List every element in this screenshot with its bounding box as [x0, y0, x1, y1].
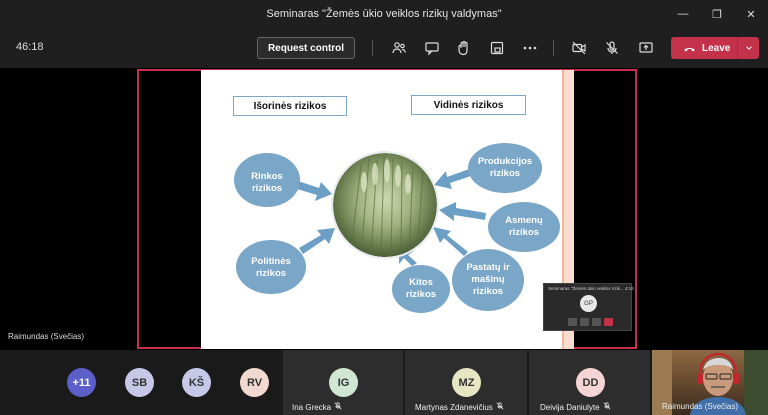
- share-icon[interactable]: [635, 37, 657, 59]
- bubble-label-politines: Politinės rizikos: [251, 256, 291, 279]
- people-icon[interactable]: [388, 37, 410, 59]
- chat-icon[interactable]: [421, 37, 443, 59]
- arrow-asmenu: [439, 202, 486, 221]
- camera-off-icon[interactable]: [568, 37, 590, 59]
- avatar[interactable]: DD: [576, 368, 605, 397]
- raise-hand-icon[interactable]: [453, 37, 475, 59]
- participant-name-text: Martynas Zdanevičius: [415, 402, 493, 412]
- avatar[interactable]: SB: [125, 368, 154, 397]
- avatar[interactable]: KŠ: [182, 368, 211, 397]
- bubble-label-kitos: Kitos rizikos: [405, 277, 437, 300]
- participant-name-text: Deivija Daniulyte: [540, 402, 600, 412]
- overflow-participants-avatar[interactable]: +11: [67, 368, 96, 397]
- mini-window-title: Seminaras "Žemės ūkio veiklos rizik... 4…: [548, 286, 634, 291]
- close-icon[interactable]: ✕: [734, 0, 768, 28]
- request-control-button[interactable]: Request control: [257, 37, 355, 59]
- avatar[interactable]: RV: [240, 368, 269, 397]
- toolbar-divider: [553, 40, 554, 56]
- mic-off-icon[interactable]: [601, 37, 623, 59]
- mini-camera-icon[interactable]: [568, 318, 577, 326]
- presenter-label: Raimundas (Svečias): [8, 332, 85, 341]
- mini-share-icon[interactable]: [592, 318, 601, 326]
- arrow-pastatu: [433, 227, 468, 256]
- window-title: Seminaras "Žemės ūkio veiklos rizikų val…: [266, 8, 502, 20]
- participant-name: Raimundas (Svečias): [662, 402, 738, 411]
- toolbar-divider: [372, 40, 373, 56]
- bubble-label-asmenu: Asmenų rizikos: [505, 215, 543, 238]
- participant-name: Deivija Daniulyte: [540, 402, 611, 412]
- leave-main[interactable]: Leave: [671, 37, 737, 59]
- leave-label: Leave: [702, 42, 731, 54]
- meeting-toolbar: 46:18 Request control Leave: [0, 28, 768, 68]
- avatar[interactable]: MZ: [452, 368, 481, 397]
- phone-hangup-icon: [684, 47, 695, 51]
- presentation-slide: Išorinės rizikos Vidinės rizikos Rinkos …: [201, 70, 574, 349]
- mini-meeting-window[interactable]: Seminaras "Žemės ūkio veiklos rizik... 4…: [543, 283, 634, 331]
- risk-diagram: [234, 143, 560, 313]
- leave-button[interactable]: Leave: [671, 37, 759, 59]
- mic-off-icon: [496, 402, 504, 412]
- maximize-icon[interactable]: ❐: [700, 0, 734, 28]
- mini-avatar: GP: [580, 295, 597, 312]
- window-controls: — ❐ ✕: [666, 0, 768, 28]
- participant-video-tile[interactable]: Raimundas (Svečias): [652, 350, 768, 415]
- participant-name: Martynas Zdanevičius: [415, 402, 504, 412]
- bubble-label-produkcijos: Produkcijos rizikos: [477, 156, 533, 179]
- mic-off-icon: [603, 402, 611, 412]
- mic-off-icon: [334, 402, 342, 412]
- mini-mic-icon[interactable]: [580, 318, 589, 326]
- minimize-icon[interactable]: —: [666, 0, 700, 28]
- arrow-politines: [299, 228, 335, 254]
- mini-hangup-icon[interactable]: [604, 318, 613, 326]
- more-icon[interactable]: [519, 37, 541, 59]
- participant-name-text: Ina Grecka: [292, 402, 332, 412]
- participant-name: Ina Grecka: [292, 402, 342, 412]
- rooms-icon[interactable]: [486, 37, 508, 59]
- participant-name-text: Raimundas (Svečias): [662, 402, 739, 411]
- meeting-timer: 46:18: [16, 41, 44, 53]
- bubble-label-pastatu: Pastatų ir mašinų rizikos: [466, 262, 510, 297]
- avatar[interactable]: IG: [329, 368, 358, 397]
- chevron-down-icon[interactable]: [738, 37, 759, 59]
- participants-strip: +11 SB KŠ RV IG MZ DD Ina Grecka Martyna…: [0, 350, 768, 415]
- wheat-image: [333, 153, 437, 257]
- title-bar: Seminaras "Žemės ūkio veiklos rizikų val…: [0, 0, 768, 28]
- mini-controls: [568, 318, 613, 326]
- bubble-label-rinkos: Rinkos rizikos: [251, 171, 283, 194]
